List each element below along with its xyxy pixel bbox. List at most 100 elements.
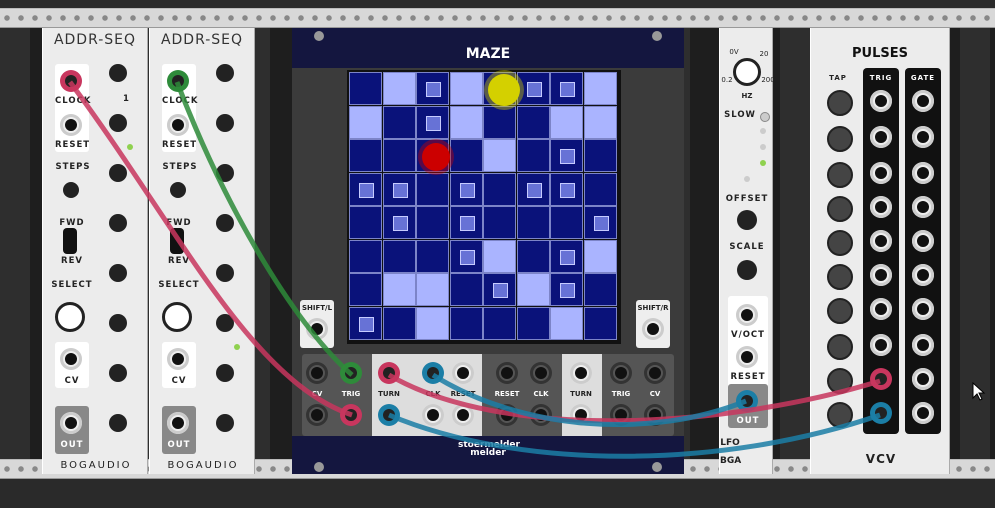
tap-button-1[interactable] xyxy=(827,90,853,116)
maze-cell[interactable] xyxy=(583,239,617,273)
maze-cell[interactable] xyxy=(349,306,382,340)
out-jack[interactable] xyxy=(60,412,82,434)
maze-cell[interactable] xyxy=(550,105,583,139)
trig-jack-7[interactable] xyxy=(870,298,892,320)
maze-cell[interactable] xyxy=(349,139,382,172)
turn-jack-top[interactable] xyxy=(378,362,400,384)
tap-button-4[interactable] xyxy=(827,196,853,222)
reset-jack-top[interactable] xyxy=(452,362,474,384)
select-knob[interactable] xyxy=(55,302,85,332)
offset-knob[interactable] xyxy=(737,210,757,230)
tap-button-2[interactable] xyxy=(827,126,853,152)
clk-jack-right-top[interactable] xyxy=(530,362,552,384)
steps-knob[interactable] xyxy=(63,182,79,198)
reset-jack[interactable] xyxy=(167,114,189,136)
cv-jack-right-bottom[interactable] xyxy=(644,404,666,426)
maze-cell[interactable] xyxy=(449,139,483,172)
gate-jack-2[interactable] xyxy=(912,126,934,148)
maze-cell[interactable] xyxy=(349,239,382,273)
trig-jack-10[interactable] xyxy=(870,402,892,424)
turn-jack-right-bottom[interactable] xyxy=(570,404,592,426)
slow-button[interactable] xyxy=(760,112,770,122)
maze-cell[interactable] xyxy=(449,306,483,340)
gate-jack-3[interactable] xyxy=(912,162,934,184)
maze-cell[interactable] xyxy=(483,306,516,340)
maze-cell[interactable] xyxy=(516,206,550,239)
maze-cell[interactable] xyxy=(416,306,449,340)
turn-jack-bottom[interactable] xyxy=(378,404,400,426)
trig-jack-right-bottom[interactable] xyxy=(610,404,632,426)
maze-cell[interactable] xyxy=(483,206,516,239)
maze-cell[interactable] xyxy=(416,172,449,206)
maze-cell[interactable] xyxy=(449,273,483,306)
maze-cell[interactable] xyxy=(382,239,416,273)
direction-switch[interactable] xyxy=(63,228,77,254)
cv-jack[interactable] xyxy=(167,348,189,370)
maze-cell[interactable] xyxy=(550,273,583,306)
maze-cell[interactable] xyxy=(382,105,416,139)
steps-knob[interactable] xyxy=(170,182,186,198)
trig-jack-2[interactable] xyxy=(870,126,892,148)
maze-cell[interactable] xyxy=(583,273,617,306)
cv-jack-bottom[interactable] xyxy=(306,404,328,426)
gate-jack-1[interactable] xyxy=(912,90,934,112)
maze-cell[interactable] xyxy=(349,172,382,206)
direction-switch[interactable] xyxy=(170,228,184,254)
step-knob-1[interactable] xyxy=(109,64,127,82)
maze-cell[interactable] xyxy=(516,105,550,139)
step-knob-4[interactable] xyxy=(109,214,127,232)
maze-cell[interactable] xyxy=(516,273,550,306)
step-knob-2[interactable] xyxy=(109,114,127,132)
maze-cell[interactable] xyxy=(516,306,550,340)
cv-out-jack[interactable] xyxy=(306,362,328,384)
frequency-knob[interactable] xyxy=(733,58,761,86)
shift-left-jack[interactable] xyxy=(306,318,328,340)
step-knob-3[interactable] xyxy=(216,164,234,182)
maze-cell[interactable] xyxy=(583,139,617,172)
maze-cell[interactable] xyxy=(483,172,516,206)
step-knob-5[interactable] xyxy=(109,264,127,282)
reset-jack-right-bottom[interactable] xyxy=(496,404,518,426)
maze-cell[interactable] xyxy=(516,139,550,172)
step-knob-2[interactable] xyxy=(216,114,234,132)
maze-cell[interactable] xyxy=(349,105,382,139)
maze-cell[interactable] xyxy=(382,139,416,172)
trig-jack-5[interactable] xyxy=(870,230,892,252)
clk-jack-right-bottom[interactable] xyxy=(530,404,552,426)
trig-jack-bottom[interactable] xyxy=(340,404,362,426)
clk-jack-top[interactable] xyxy=(422,362,444,384)
maze-cell[interactable] xyxy=(449,206,483,239)
out-jack[interactable] xyxy=(167,412,189,434)
tap-button-10[interactable] xyxy=(827,402,853,428)
clk-jack-bottom[interactable] xyxy=(422,404,444,426)
gate-jack-8[interactable] xyxy=(912,334,934,356)
tap-button-5[interactable] xyxy=(827,230,853,256)
maze-cell[interactable] xyxy=(416,273,449,306)
trig-jack-right-top[interactable] xyxy=(610,362,632,384)
step-knob-4[interactable] xyxy=(216,214,234,232)
tap-button-3[interactable] xyxy=(827,162,853,188)
maze-cell[interactable] xyxy=(449,239,483,273)
tap-button-7[interactable] xyxy=(827,298,853,324)
maze-grid[interactable] xyxy=(347,70,621,344)
gate-jack-6[interactable] xyxy=(912,264,934,286)
maze-cell[interactable] xyxy=(349,273,382,306)
tap-button-6[interactable] xyxy=(827,264,853,290)
step-knob-5[interactable] xyxy=(216,264,234,282)
trig-jack-top[interactable] xyxy=(340,362,362,384)
maze-cell[interactable] xyxy=(449,105,483,139)
scale-knob[interactable] xyxy=(737,260,757,280)
maze-cell[interactable] xyxy=(382,206,416,239)
maze-cell[interactable] xyxy=(416,239,449,273)
reset-jack-right-top[interactable] xyxy=(496,362,518,384)
trig-jack-4[interactable] xyxy=(870,196,892,218)
step-knob-6[interactable] xyxy=(109,314,127,332)
cv-jack[interactable] xyxy=(60,348,82,370)
step-knob-8[interactable] xyxy=(109,414,127,432)
voct-jack[interactable] xyxy=(736,304,758,326)
step-knob-8[interactable] xyxy=(216,414,234,432)
trig-jack-8[interactable] xyxy=(870,334,892,356)
maze-cell[interactable] xyxy=(382,72,416,105)
maze-cell[interactable] xyxy=(583,172,617,206)
step-knob-6[interactable] xyxy=(216,314,234,332)
